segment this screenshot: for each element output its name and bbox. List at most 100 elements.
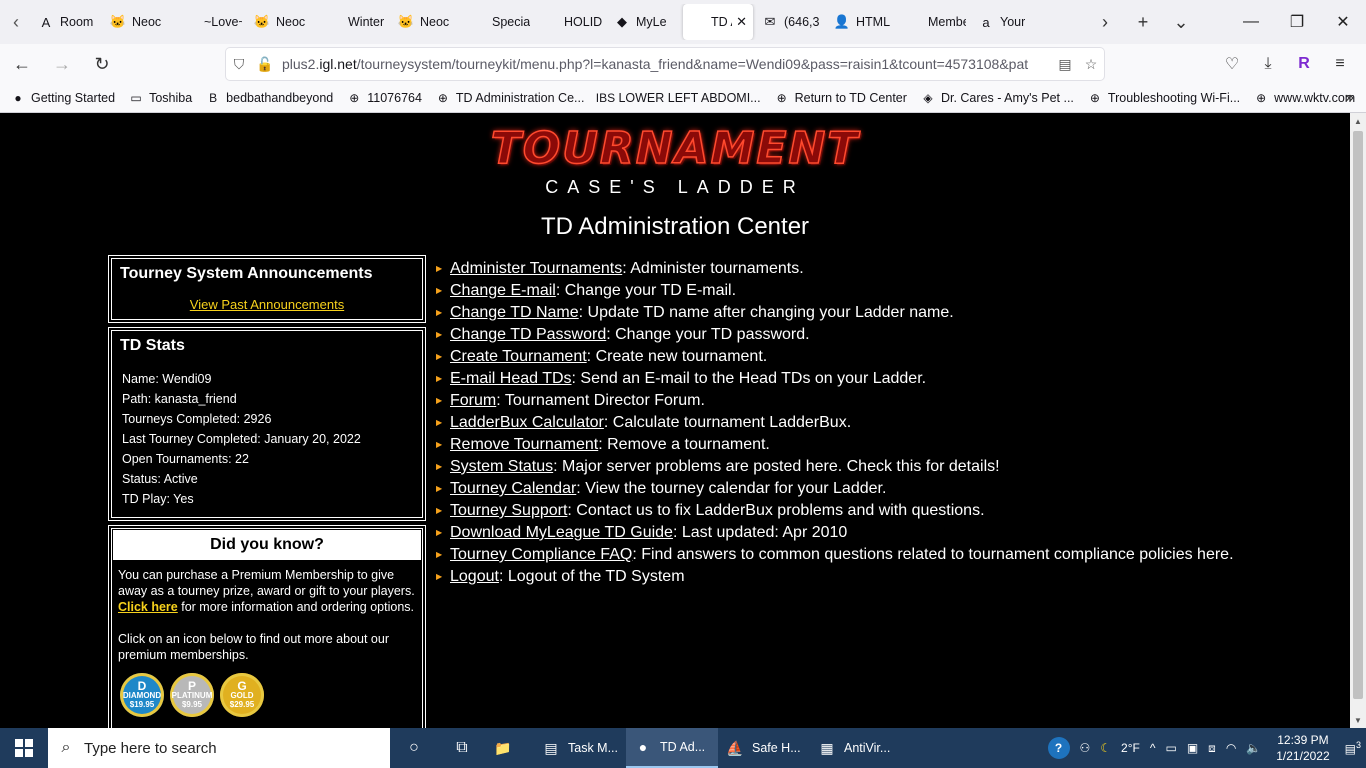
weather-temp[interactable]: 2°F — [1121, 741, 1140, 755]
bookmark-item[interactable]: ⊕ 11076764 — [346, 90, 422, 106]
windows-start-icon[interactable] — [0, 728, 48, 768]
notifications-icon[interactable]: ▤3 — [1345, 740, 1361, 756]
admin-menu-link[interactable]: Download MyLeague TD Guide — [450, 522, 673, 544]
weather-icon[interactable]: ☾ — [1100, 741, 1111, 755]
tab-scroll-right-icon[interactable]: › — [1086, 0, 1124, 44]
help-icon[interactable]: ? — [1047, 737, 1070, 759]
battery-icon[interactable]: ▭ — [1165, 741, 1176, 755]
browser-tab[interactable]: 🐱 Neoc — [104, 4, 176, 40]
bookmark-item[interactable]: ⊕ TD Administration Ce... — [435, 90, 585, 106]
new-tab-icon[interactable]: + — [1124, 0, 1162, 44]
tab-favicon-icon: A — [41, 14, 51, 30]
list-tabs-icon[interactable]: ⌄ — [1162, 0, 1200, 44]
admin-menu-link[interactable]: Create Tournament — [450, 346, 587, 368]
reader-view-icon[interactable]: ▤ — [1052, 56, 1078, 73]
scroll-thumb[interactable] — [1353, 131, 1363, 699]
admin-menu-link[interactable]: Change E-mail — [450, 280, 556, 302]
insecure-lock-icon[interactable]: 🔓 — [252, 56, 278, 73]
shield-icon[interactable]: ⛉ — [226, 56, 252, 73]
bookmark-item[interactable]: IBS LOWER LEFT ABDOMI... — [596, 90, 761, 106]
bookmark-item[interactable]: ▭ Toshiba — [128, 90, 192, 106]
people-icon[interactable]: ⚇ — [1080, 741, 1091, 755]
taskbar-app[interactable]: ▦ AntiVir... — [810, 728, 902, 768]
browser-tab[interactable]: Specials C — [464, 4, 536, 40]
bookmark-item[interactable]: Bbedbathandbeyond — [205, 90, 333, 106]
admin-menu-link[interactable]: Forum — [450, 390, 496, 412]
admin-menu-link[interactable]: Logout — [450, 566, 499, 588]
view-past-announcements-link[interactable]: View Past Announcements — [112, 297, 422, 312]
url-text[interactable]: plus2.igl.net/tourneysystem/tourneykit/m… — [282, 56, 1052, 72]
site-logo[interactable]: TOURNAMENT CASE'S LADDER — [424, 126, 926, 198]
browser-tab[interactable]: TD Adm ✕ — [683, 4, 753, 40]
browser-tab[interactable]: 🐱 Neoc — [392, 4, 464, 40]
tab-title: Room — [60, 15, 94, 29]
click-here-link[interactable]: Click here — [118, 600, 178, 614]
bookmark-star-icon[interactable]: ☆ — [1078, 56, 1104, 73]
clock[interactable]: 12:39 PM 1/21/2022 — [1276, 732, 1329, 764]
taskbar-app[interactable]: ● TD Ad... — [626, 728, 718, 768]
menu-icon[interactable]: ≡ — [1322, 48, 1358, 80]
forward-icon[interactable]: → — [44, 48, 80, 80]
bookmark-icon: ⊕ — [349, 91, 360, 105]
screen-icon[interactable]: ⧈ — [1208, 741, 1216, 756]
back-icon[interactable]: ← — [4, 48, 40, 80]
admin-menu-link[interactable]: Remove Tournament — [450, 434, 598, 456]
task-view-icon[interactable]: ⧉ — [438, 728, 486, 768]
membership-medal-icon[interactable]: P PLATINUM $9.95 — [170, 673, 214, 717]
admin-menu-link[interactable]: Administer Tournaments — [450, 258, 622, 280]
restore-icon[interactable]: ❐ — [1274, 0, 1320, 44]
bookmark-item[interactable]: ⊕ Troubleshooting Wi-Fi... — [1087, 90, 1240, 106]
pocket-icon[interactable]: ♡ — [1214, 48, 1250, 80]
reload-icon[interactable]: ↻ — [84, 48, 120, 80]
admin-menu-link[interactable]: E-mail Head TDs — [450, 368, 572, 390]
browser-tab[interactable]: a Your — [972, 4, 1044, 40]
cortana-icon[interactable]: ○ — [390, 728, 438, 768]
page-content: TOURNAMENT CASE'S LADDER TD Administrati… — [0, 113, 1350, 728]
page-scrollbar[interactable]: ▲ ▼ — [1350, 113, 1366, 728]
bookmark-item[interactable]: ● Getting Started — [10, 90, 115, 106]
admin-menu-link[interactable]: Tourney Calendar — [450, 478, 576, 500]
close-tab-icon[interactable]: ✕ — [736, 14, 747, 30]
tab-title: Neoc — [132, 15, 162, 29]
more-bookmarks-icon[interactable]: » — [1345, 89, 1354, 107]
bookmark-item[interactable]: ⊕ Return to TD Center — [774, 90, 907, 106]
tray-chevron-icon[interactable]: ^ — [1150, 741, 1156, 755]
wifi-icon[interactable]: ◠ — [1226, 741, 1236, 755]
browser-tab[interactable]: Winter Ro — [320, 4, 392, 40]
volume-icon[interactable]: 🔈 — [1246, 741, 1261, 755]
scroll-up-icon[interactable]: ▲ — [1350, 113, 1366, 129]
browser-tab[interactable]: Membersh — [900, 4, 972, 40]
admin-menu-link[interactable]: System Status — [450, 456, 553, 478]
taskbar-app[interactable]: ▤ Task M... — [534, 728, 626, 768]
close-window-icon[interactable]: ✕ — [1320, 0, 1366, 44]
browser-tab[interactable]: HOLIDAY — [536, 4, 608, 40]
admin-menu-desc: : Change your TD password. — [606, 326, 810, 343]
taskbar-search-input[interactable]: ⌕ Type here to search — [48, 728, 390, 768]
admin-menu-link[interactable]: Change TD Name — [450, 302, 579, 324]
browser-tab[interactable]: 👤 HTML — [828, 4, 900, 40]
minimize-icon[interactable]: — — [1228, 0, 1274, 44]
meet-icon[interactable]: ▣ — [1187, 741, 1198, 755]
membership-medal-icon[interactable]: G GOLD $29.95 — [220, 673, 264, 717]
admin-menu-item: ▶ System Status : Major server problems a… — [436, 456, 1234, 478]
browser-tab[interactable]: A Room — [32, 4, 104, 40]
bookmark-item[interactable]: ⊕ www.wktv.com — [1253, 90, 1355, 106]
admin-menu-link[interactable]: Tourney Support — [450, 500, 567, 522]
bookmark-item[interactable]: ◈ Dr. Cares - Amy's Pet ... — [920, 90, 1074, 106]
admin-menu-link[interactable]: LadderBux Calculator — [450, 412, 604, 434]
tab-scroll-left-icon[interactable]: ‹ — [0, 0, 32, 44]
admin-menu-link[interactable]: Tourney Compliance FAQ — [450, 544, 632, 566]
browser-tab[interactable]: ✉ (646,3 — [756, 4, 828, 40]
taskbar-app[interactable]: ⛵ Safe H... — [718, 728, 810, 768]
taskbar-app[interactable]: 📁 — [486, 728, 534, 768]
admin-menu-item: ▶ Tourney Calendar : View the tourney cal… — [436, 478, 1234, 500]
extension-r-icon[interactable]: R — [1286, 48, 1322, 80]
membership-medal-icon[interactable]: D DIAMOND $19.95 — [120, 673, 164, 717]
browser-tab[interactable]: ◆ MyLe — [608, 4, 680, 40]
download-icon[interactable]: ⤓ — [1250, 48, 1286, 80]
url-bar[interactable]: ⛉ 🔓 plus2.igl.net/tourneysystem/tourneyk… — [226, 48, 1104, 80]
browser-tab[interactable]: ~Love~ — [176, 4, 248, 40]
admin-menu-link[interactable]: Change TD Password — [450, 324, 606, 346]
browser-tab[interactable]: 🐱 Neoc — [248, 4, 320, 40]
scroll-down-icon[interactable]: ▼ — [1350, 712, 1366, 728]
